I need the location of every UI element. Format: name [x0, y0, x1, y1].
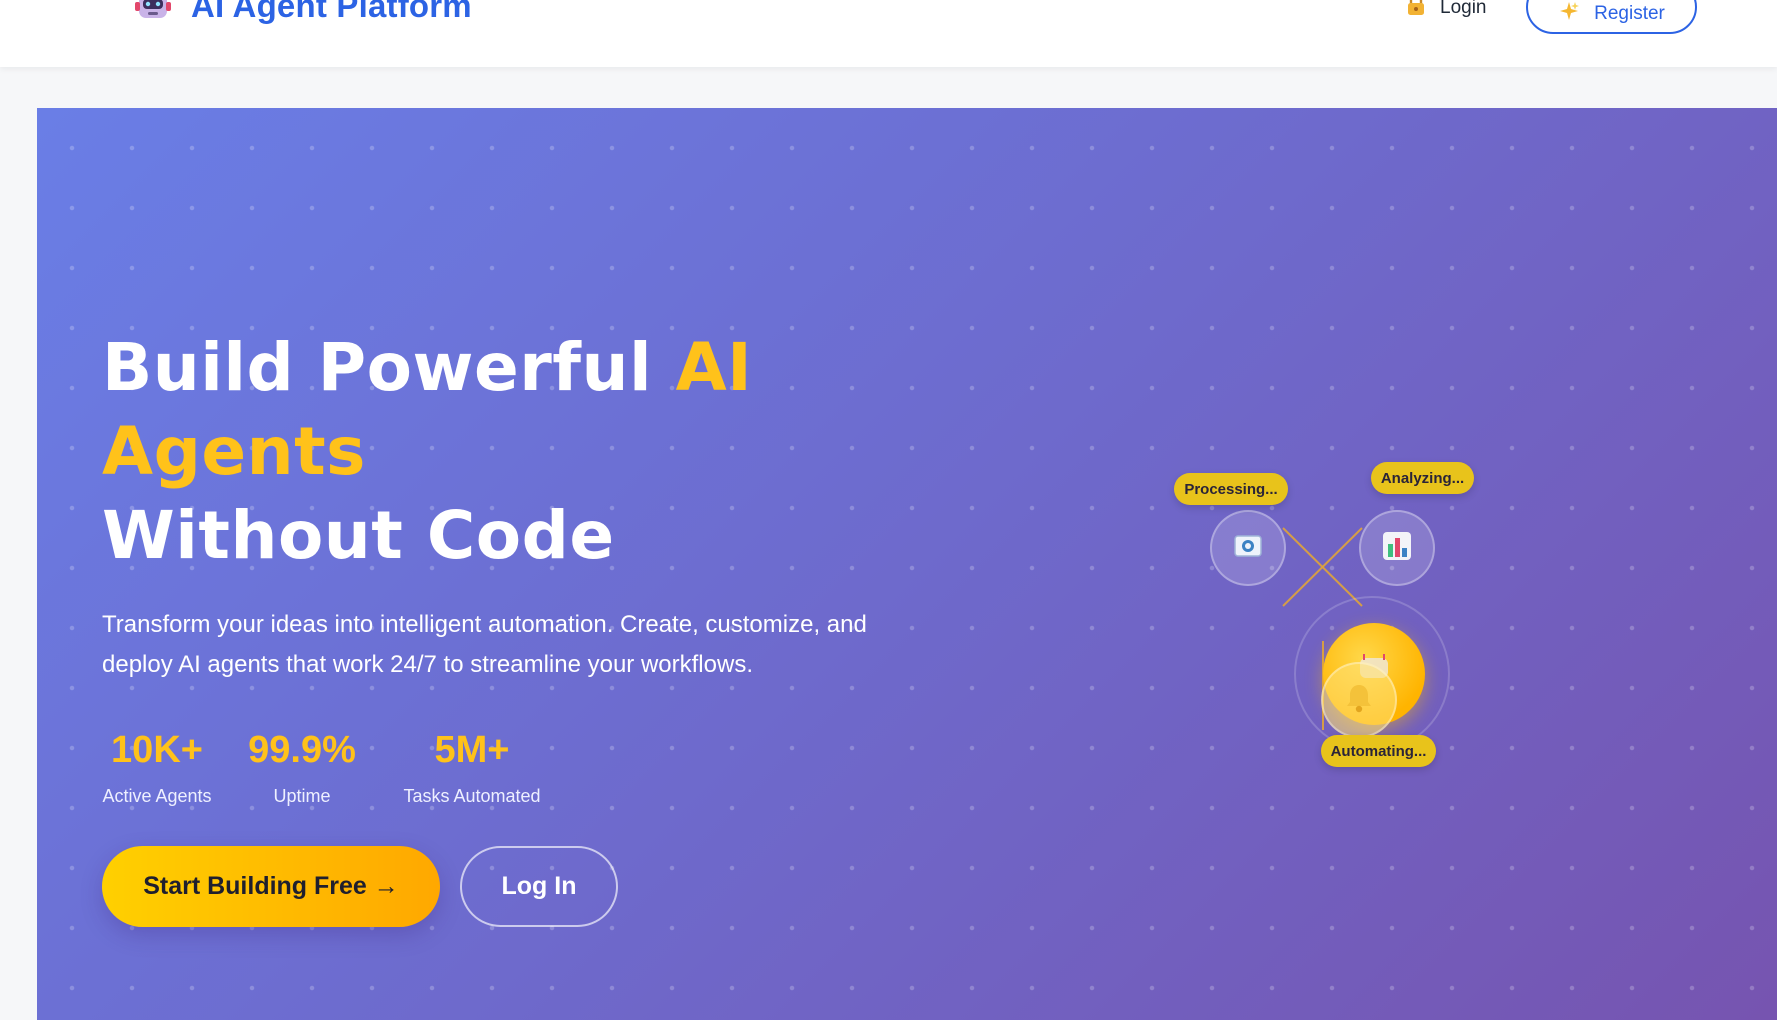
register-label: Register [1594, 3, 1665, 24]
bar-chart-icon [1381, 530, 1413, 567]
stat-value: 10K+ [111, 729, 203, 771]
hero-headline: Build Powerful AI Agents Without Code [102, 326, 862, 578]
hero-section: Build Powerful AI Agents Without Code Tr… [37, 108, 1777, 1020]
headline-text-3: Without Code [102, 497, 615, 574]
sparkles-icon [1558, 0, 1580, 28]
stat-label: Active Agents [102, 786, 212, 806]
lock-icon [1406, 0, 1426, 22]
robot-icon [133, 0, 173, 26]
stat-active-agents: 10K+ Active Agents [102, 724, 212, 808]
stat-value: 99.9% [248, 729, 356, 771]
register-button[interactable]: Register [1526, 0, 1697, 34]
start-building-button[interactable]: Start Building Free → [102, 846, 440, 927]
bell-icon [1344, 682, 1374, 719]
headline-highlight-2: Agents [102, 413, 366, 490]
top-navbar: AI Agent Platform Login Register [0, 0, 1777, 67]
headline-highlight-1: AI [675, 329, 753, 406]
notification-node[interactable] [1321, 662, 1397, 738]
stat-tasks-automated: 5M+ Tasks Automated [402, 724, 542, 808]
login-label: Login [1440, 0, 1487, 18]
brand-name: AI Agent Platform [191, 0, 472, 24]
login-link[interactable]: Login [1406, 0, 1487, 22]
stat-value: 5M+ [434, 729, 510, 771]
email-node[interactable] [1210, 510, 1286, 586]
stat-label: Uptime [273, 786, 331, 806]
analytics-node[interactable] [1359, 510, 1435, 586]
hero-login-button[interactable]: Log In [460, 846, 618, 927]
brand-logo[interactable]: AI Agent Platform [133, 0, 472, 26]
email-icon [1233, 533, 1263, 564]
headline-text-1: Build Powerful [102, 329, 676, 406]
stat-uptime: 99.9% Uptime [242, 724, 362, 808]
hero-subtitle: Transform your ideas into intelligent au… [102, 611, 867, 678]
stat-label: Tasks Automated [403, 786, 541, 806]
